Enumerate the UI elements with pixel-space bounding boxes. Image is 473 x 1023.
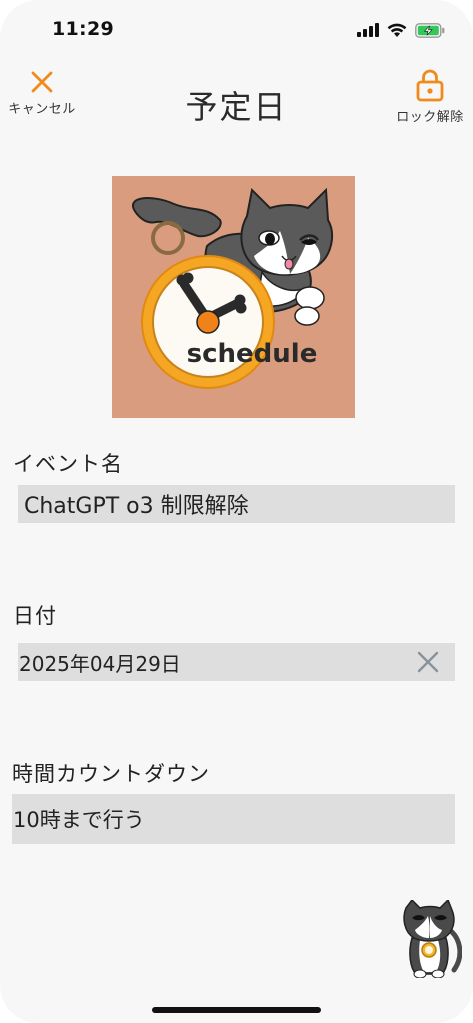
schedule-caption: schedule — [187, 339, 318, 369]
date-value: 2025年04月29日 — [19, 651, 181, 676]
event-name-field[interactable]: ChatGPT o3 制限解除 — [18, 485, 455, 523]
clear-date-icon[interactable] — [417, 651, 439, 673]
cat-mascot-icon — [403, 900, 462, 978]
date-field[interactable]: 2025年04月29日 — [18, 643, 455, 681]
status-time: 11:29 — [52, 18, 114, 40]
status-icons — [357, 20, 445, 40]
lock-icon — [416, 69, 444, 102]
countdown-field[interactable]: 10時まで行う — [12, 794, 455, 844]
cellular-signal-icon — [357, 23, 379, 37]
wifi-icon — [387, 23, 407, 37]
countdown-label: 時間カウントダウン — [12, 762, 210, 786]
event-name-label: イベント名 — [13, 452, 123, 476]
battery-charging-icon — [415, 22, 445, 38]
unlock-button[interactable]: ロック解除 — [396, 68, 464, 125]
date-label: 日付 — [13, 604, 57, 628]
event-name-value: ChatGPT o3 制限解除 — [24, 494, 249, 519]
unlock-label: ロック解除 — [396, 110, 464, 125]
schedule-image[interactable]: schedule — [112, 176, 355, 418]
home-indicator[interactable] — [152, 1007, 321, 1013]
app-screen: 11:29 キャンセル 予定日 ロック解除 schedule イベント名 Cha… — [0, 0, 473, 1023]
countdown-value: 10時まで行う — [13, 808, 145, 832]
